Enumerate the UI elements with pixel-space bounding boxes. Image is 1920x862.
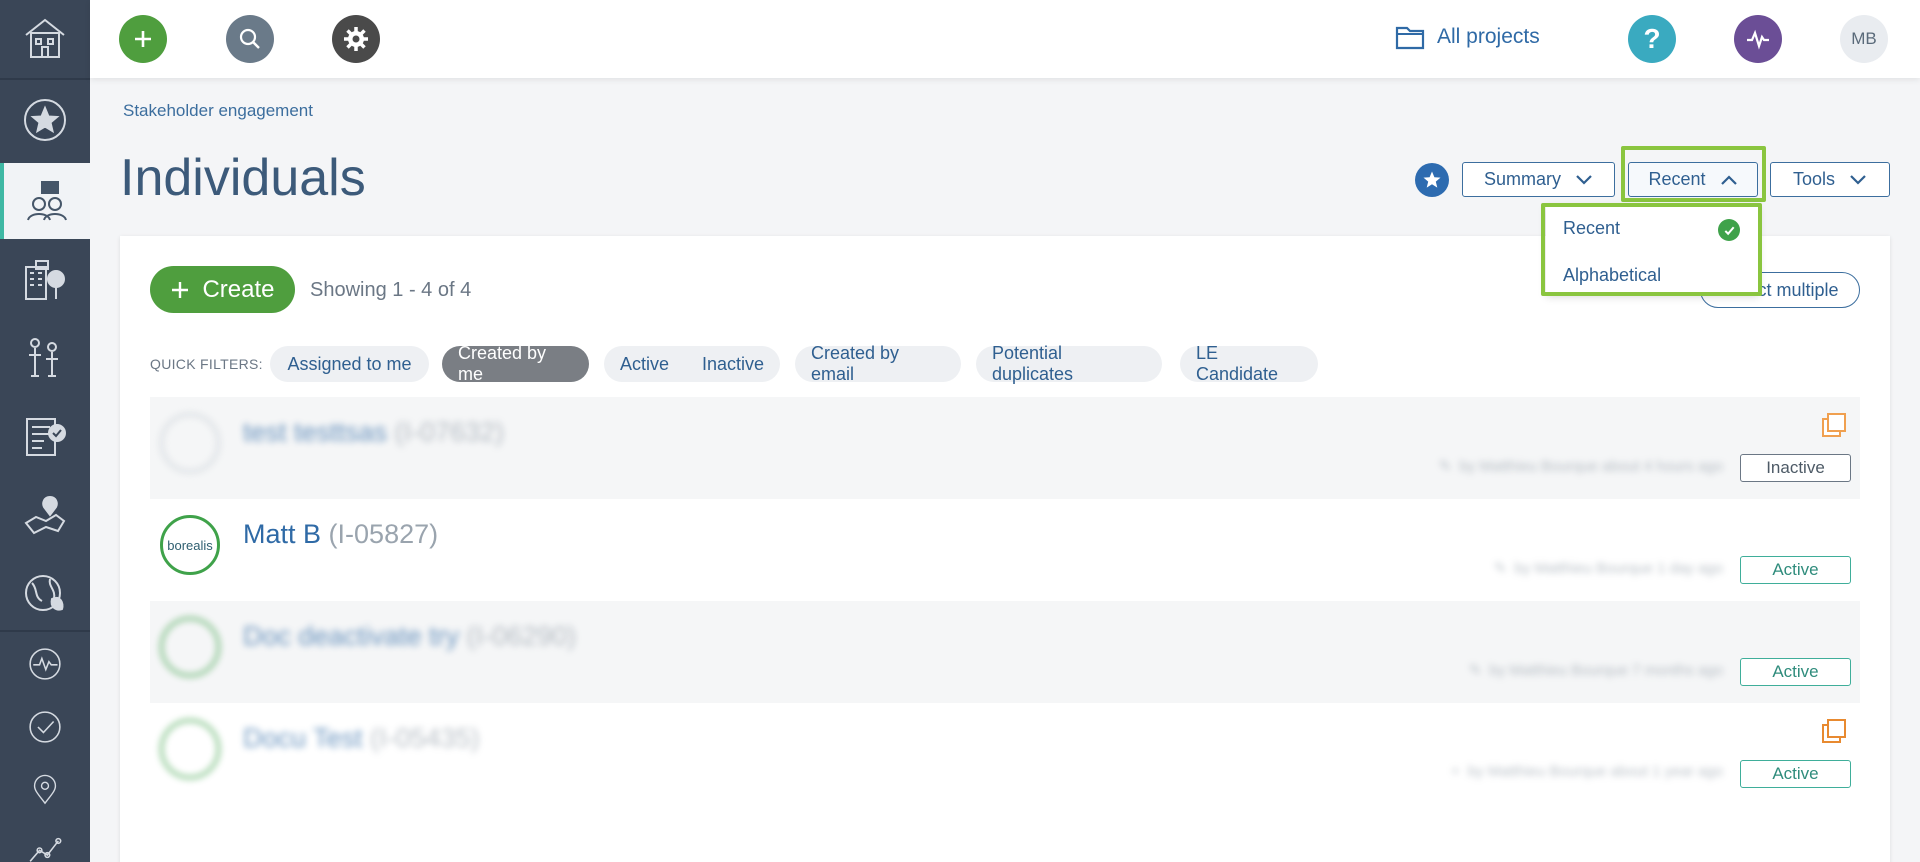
tools-label: Tools <box>1792 169 1836 189</box>
location-pin-icon <box>33 774 57 805</box>
filter-status-group: Active Inactive <box>604 346 780 382</box>
status-badge: Inactive <box>1740 454 1851 482</box>
user-avatar[interactable]: MB <box>1840 15 1888 63</box>
add-button[interactable] <box>119 15 167 63</box>
filter-potential-duplicates[interactable]: Potential duplicates <box>976 343 1162 384</box>
settings-button[interactable] <box>332 15 380 63</box>
help-button[interactable]: ? <box>1628 15 1676 63</box>
sidebar-item-favorites[interactable] <box>0 85 90 155</box>
sidebar-item-activity[interactable] <box>0 630 90 698</box>
folder-icon <box>1395 26 1425 50</box>
summary-label: Summary <box>1483 169 1561 189</box>
filter-created-by-me[interactable]: Created by me <box>442 343 589 384</box>
item-meta: + by Matthieu Bourque about 1 year ago <box>1451 763 1723 780</box>
filter-created-by-email[interactable]: Created by email <box>795 343 961 384</box>
search-button[interactable] <box>226 15 274 63</box>
sidebar-item-stakeholders[interactable] <box>0 163 90 239</box>
chevron-down-icon <box>1576 174 1592 185</box>
family-icon <box>29 338 58 377</box>
item-name[interactable]: Doc deactivate try (I-06290) <box>243 621 576 652</box>
create-label: Create <box>202 275 275 303</box>
plus-icon <box>172 281 189 298</box>
sidebar-item-home[interactable] <box>0 3 90 73</box>
filter-assigned-to-me[interactable]: Assigned to me <box>270 346 429 382</box>
edit-icon: ✎ <box>1468 662 1482 679</box>
star-circle-icon <box>24 99 66 141</box>
people-chat-icon <box>27 181 67 221</box>
summary-dropdown[interactable]: Summary <box>1462 162 1615 197</box>
check-circle-icon <box>29 711 61 743</box>
tools-dropdown[interactable]: Tools <box>1770 162 1890 197</box>
avatar: borealis <box>160 515 220 575</box>
pulse-icon <box>29 648 61 680</box>
star-icon <box>1423 171 1441 188</box>
top-bar: All projects ? MB <box>90 0 1920 78</box>
item-name[interactable]: Docu Test (I-05435) <box>243 723 480 754</box>
trend-line-icon <box>29 837 62 862</box>
leaf-globe-icon <box>25 575 64 611</box>
sidebar-item-groups[interactable] <box>0 323 90 393</box>
duplicate-icon[interactable] <box>1820 717 1848 745</box>
question-mark-icon: ? <box>1643 23 1661 54</box>
filter-inactive[interactable]: Inactive <box>702 354 764 375</box>
list-item[interactable]: test testtsas (I-07632) ✎ by Matthieu Bou… <box>150 397 1860 499</box>
item-meta: ✎ by Matthieu Bourque 7 months ago <box>1468 661 1723 680</box>
results-card: Create Showing 1 - 4 of 4 Select multipl… <box>120 236 1890 862</box>
sidebar-item-locations[interactable] <box>0 756 90 824</box>
status-badge: Active <box>1740 556 1851 584</box>
status-badge: Active <box>1740 658 1851 686</box>
pulse-icon <box>1747 29 1769 50</box>
plus-icon: + <box>1451 763 1460 780</box>
search-icon <box>239 28 260 49</box>
item-name[interactable]: Matt B (I-05827) <box>243 519 438 550</box>
status-badge: Active <box>1740 760 1851 788</box>
all-projects-label: All projects <box>1437 25 1540 48</box>
list-item[interactable]: Doc deactivate try (I-06290) ✎ by Matthie… <box>150 601 1860 703</box>
create-button[interactable]: Create <box>150 266 295 313</box>
all-projects-link[interactable]: All projects <box>1395 22 1540 52</box>
avatar <box>160 719 220 779</box>
page-title: Individuals <box>120 149 366 207</box>
checklist-icon <box>26 418 66 456</box>
filter-le-candidate[interactable]: LE Candidate <box>1180 343 1318 384</box>
buildings-tree-icon <box>25 260 65 300</box>
plus-icon <box>135 31 151 47</box>
sidebar-item-land[interactable] <box>0 479 90 549</box>
chevron-down-icon <box>1850 174 1866 185</box>
sort-highlight <box>1621 146 1766 202</box>
item-meta: ✎ by Matthieu Bourque about 4 hours ago <box>1438 457 1723 476</box>
breadcrumb[interactable]: Stakeholder engagement <box>123 101 313 121</box>
filter-active[interactable]: Active <box>620 354 669 375</box>
sidebar-item-organizations[interactable] <box>0 245 90 315</box>
sidebar-item-commitments[interactable] <box>0 401 90 471</box>
menu-highlight <box>1541 203 1762 296</box>
edit-icon: ✎ <box>1493 560 1507 577</box>
item-meta: ✎ by Matthieu Bourque 1 day ago <box>1493 559 1723 578</box>
sidebar-item-tasks[interactable] <box>0 693 90 761</box>
land-pin-icon <box>24 495 66 535</box>
sidebar-divider <box>0 78 90 80</box>
results-count: Showing 1 - 4 of 4 <box>310 279 472 301</box>
edit-icon: ✎ <box>1438 458 1452 475</box>
list-item[interactable]: borealis Matt B (I-05827) ✎ by Matthieu B… <box>150 499 1860 601</box>
building-icon <box>25 18 65 58</box>
sidebar-item-analytics[interactable] <box>0 818 90 862</box>
avatar <box>160 413 220 473</box>
sidebar-item-environment[interactable] <box>0 557 90 627</box>
list-item[interactable]: Docu Test (I-05435) + by Matthieu Bourque… <box>150 703 1860 805</box>
avatar <box>160 617 220 677</box>
activity-button[interactable] <box>1734 15 1782 63</box>
item-name[interactable]: test testtsas (I-07632) <box>243 417 504 448</box>
duplicate-icon[interactable] <box>1820 411 1848 439</box>
favorite-button[interactable] <box>1415 163 1449 197</box>
sidebar <box>0 0 90 862</box>
gear-icon <box>344 27 368 51</box>
quick-filters-label: QUICK FILTERS: <box>150 356 263 372</box>
